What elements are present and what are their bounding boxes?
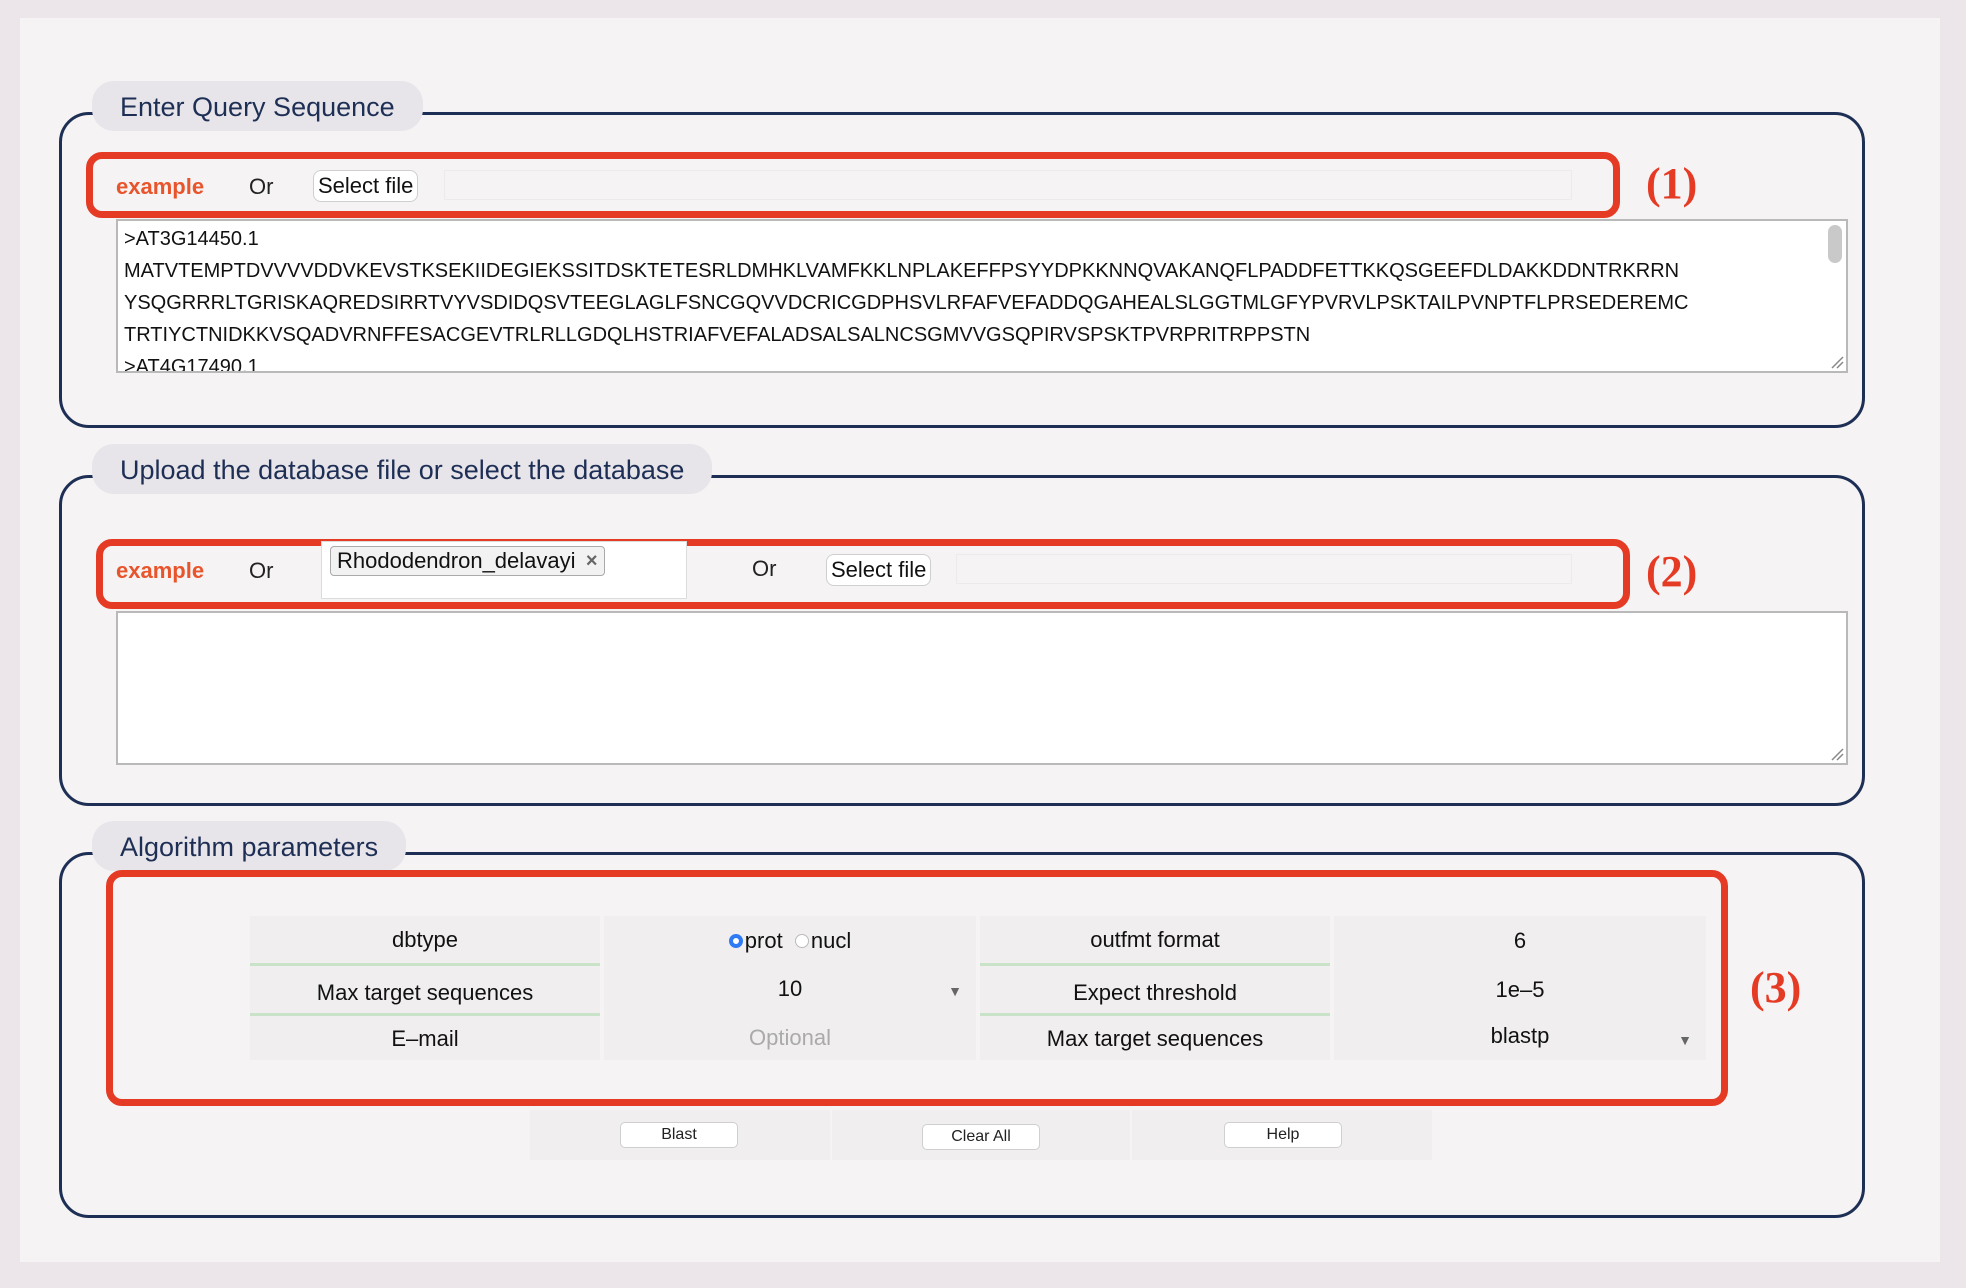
database-select[interactable]: Rhododendron_delavayi × [321,541,687,599]
help-button-cell: Help [1132,1110,1432,1160]
query-file-name-field [444,170,1572,200]
clear-all-button[interactable]: Clear All [922,1124,1040,1150]
resize-handle-icon[interactable] [1828,353,1844,369]
max-target-label-text: Max target sequences [316,980,534,1005]
textarea-scrollbar[interactable] [1828,225,1842,263]
clear-button-cell: Clear All [832,1110,1130,1160]
email-placeholder: Optional [749,1025,831,1050]
query-sequence-textarea[interactable]: >AT3G14450.1 MATVTEMPTDVVVVDDVKEVSTKSEKI… [116,219,1848,373]
program-value: blastp [1490,1023,1550,1048]
sequence-line: >AT4G17490.1 [124,356,259,373]
database-example-link[interactable]: example [116,558,204,584]
sequence-line: >AT3G14450.1 [124,228,259,250]
blast-button-cell: Blast [530,1110,830,1160]
query-select-file-button[interactable]: Select file [313,170,419,202]
program-label-text: Max target sequences [1046,1026,1264,1051]
annotation-2: (2) [1646,547,1698,596]
outfmt-label: outfmt format [980,916,1330,966]
database-or-label-2: Or [752,556,777,581]
dbtype-radio-group: prot nucl [604,916,976,966]
selected-database-tag: Rhododendron_delavayi × [330,546,605,576]
outfmt-input[interactable]: 6 [1334,916,1706,966]
database-file-name-field [956,554,1572,584]
expect-value: 1e–5 [1495,977,1545,1002]
database-legend: Upload the database file or select the d… [92,444,713,494]
outfmt-value: 6 [1513,928,1527,953]
expect-label-text: Expect threshold [1073,980,1237,1005]
database-select-file-button[interactable]: Select file [826,554,932,586]
blast-button[interactable]: Blast [620,1122,738,1148]
expect-label: Expect threshold [980,966,1330,1016]
program-select[interactable]: blastp ▼ [1334,1016,1706,1060]
sequence-line: YSQGRRRLTGRISKAQREDSIRRTVYVSDIDQSVTEEGLA… [124,292,1689,314]
chevron-down-icon: ▼ [1678,1032,1692,1048]
radio-prot-label: prot [744,928,783,953]
annotation-3: (3) [1750,963,1802,1012]
max-target-label: Max target sequences [250,966,600,1016]
resize-handle-icon[interactable] [1828,745,1844,761]
dbtype-label: dbtype [250,916,600,966]
radio-nucl[interactable] [794,934,809,949]
max-target-value: 10 [777,976,803,1001]
email-label-text: E–mail [391,1026,459,1051]
database-or-label-1: Or [249,558,274,583]
expect-input[interactable]: 1e–5 [1334,966,1706,1016]
button-row: Blast Clear All Help [530,1110,1432,1160]
help-button[interactable]: Help [1224,1122,1342,1148]
program-label: Max target sequences [980,1016,1330,1060]
selected-database-name: Rhododendron_delavayi [337,548,576,573]
sequence-line: TRTIYCTNIDKKVSQADVRNFFESACGEVTRLRLLGDQLH… [124,324,1311,346]
sequence-line: MATVTEMPTDVVVVDDVKEVSTKSEKIIDEGIEKSSITDS… [124,260,1680,282]
query-legend: Enter Query Sequence [92,81,423,131]
email-input[interactable]: Optional [604,1016,976,1060]
max-target-select[interactable]: 10 ▼ [604,966,976,1016]
email-label: E–mail [250,1016,600,1060]
chevron-down-icon: ▼ [948,983,962,999]
annotation-1: (1) [1646,159,1698,208]
query-example-link[interactable]: example [116,174,204,200]
outfmt-label-text: outfmt format [1090,927,1220,952]
radio-nucl-label: nucl [810,928,852,953]
query-or-label: Or [249,174,274,199]
radio-prot[interactable] [728,934,743,949]
remove-tag-icon[interactable]: × [586,547,598,575]
database-textarea[interactable] [116,611,1848,765]
params-legend: Algorithm parameters [92,821,407,871]
dbtype-label-text: dbtype [391,927,459,952]
